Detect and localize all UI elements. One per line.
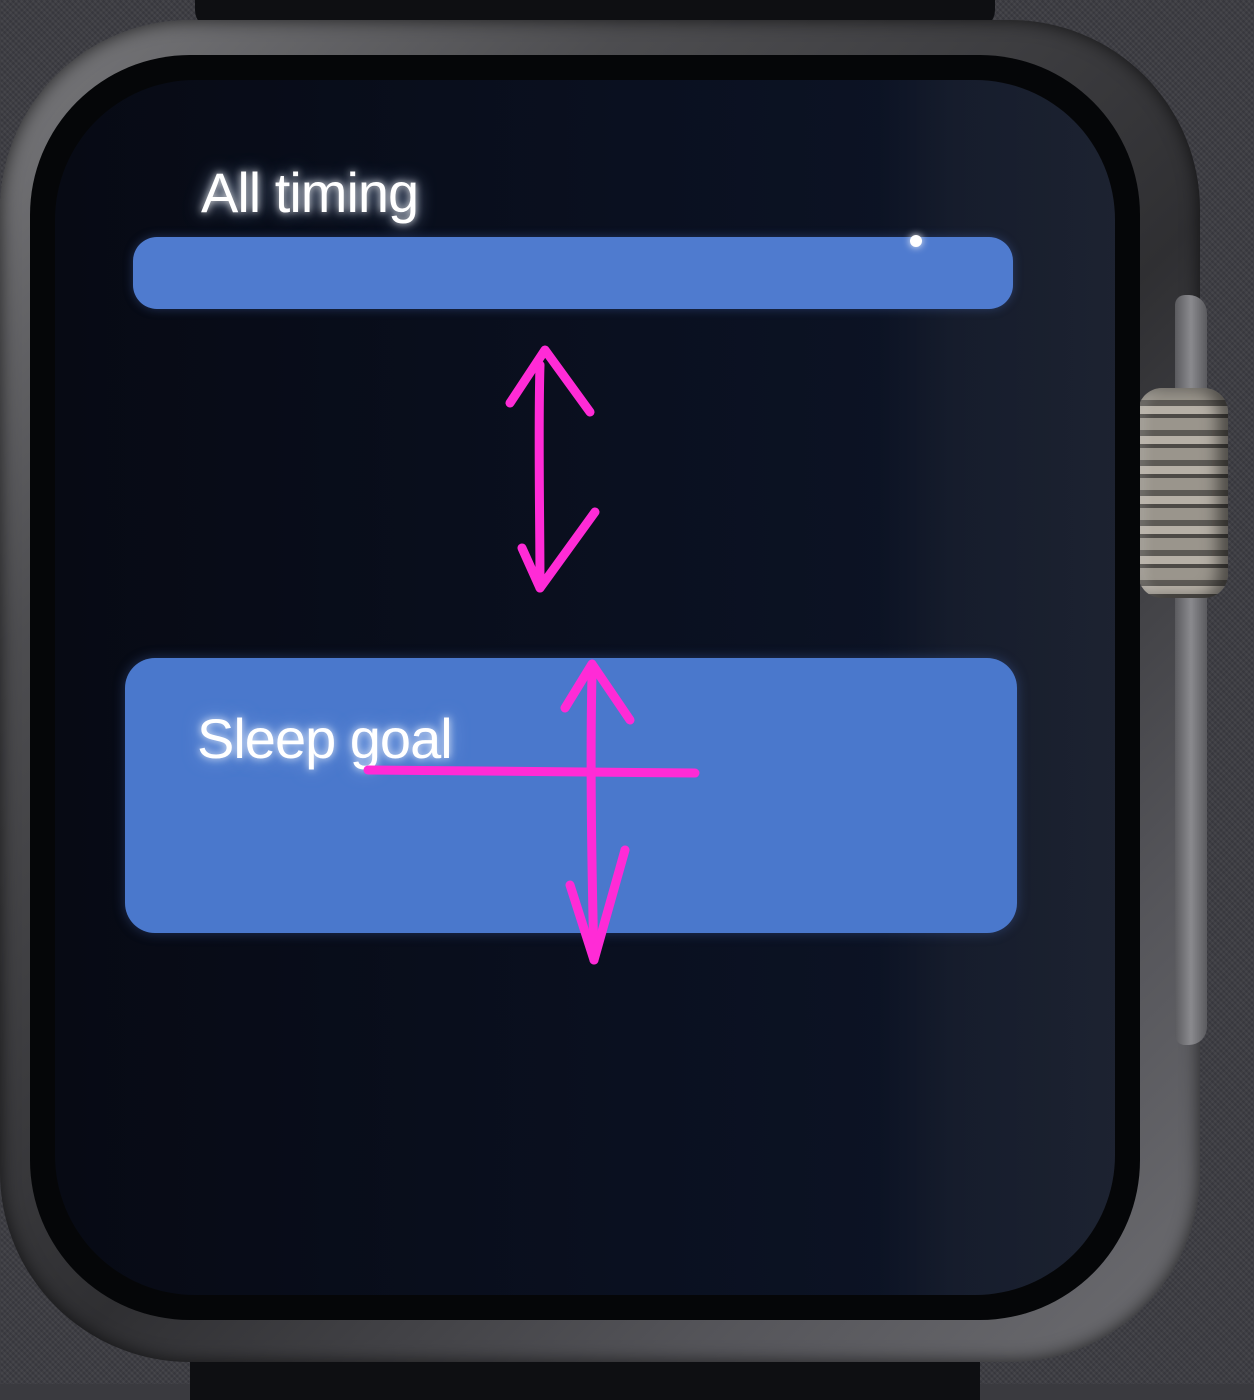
scroll-indicator-dot [910,235,922,247]
page-title: All timing [201,161,419,224]
list-item-sleep-goal[interactable]: Sleep goal [125,658,1017,933]
digital-crown[interactable] [1138,388,1228,598]
watch-screen: All timing Sleep goal [55,80,1115,1295]
list-item-label: Sleep goal [197,707,453,770]
list-item-selected-bar[interactable] [133,237,1013,309]
